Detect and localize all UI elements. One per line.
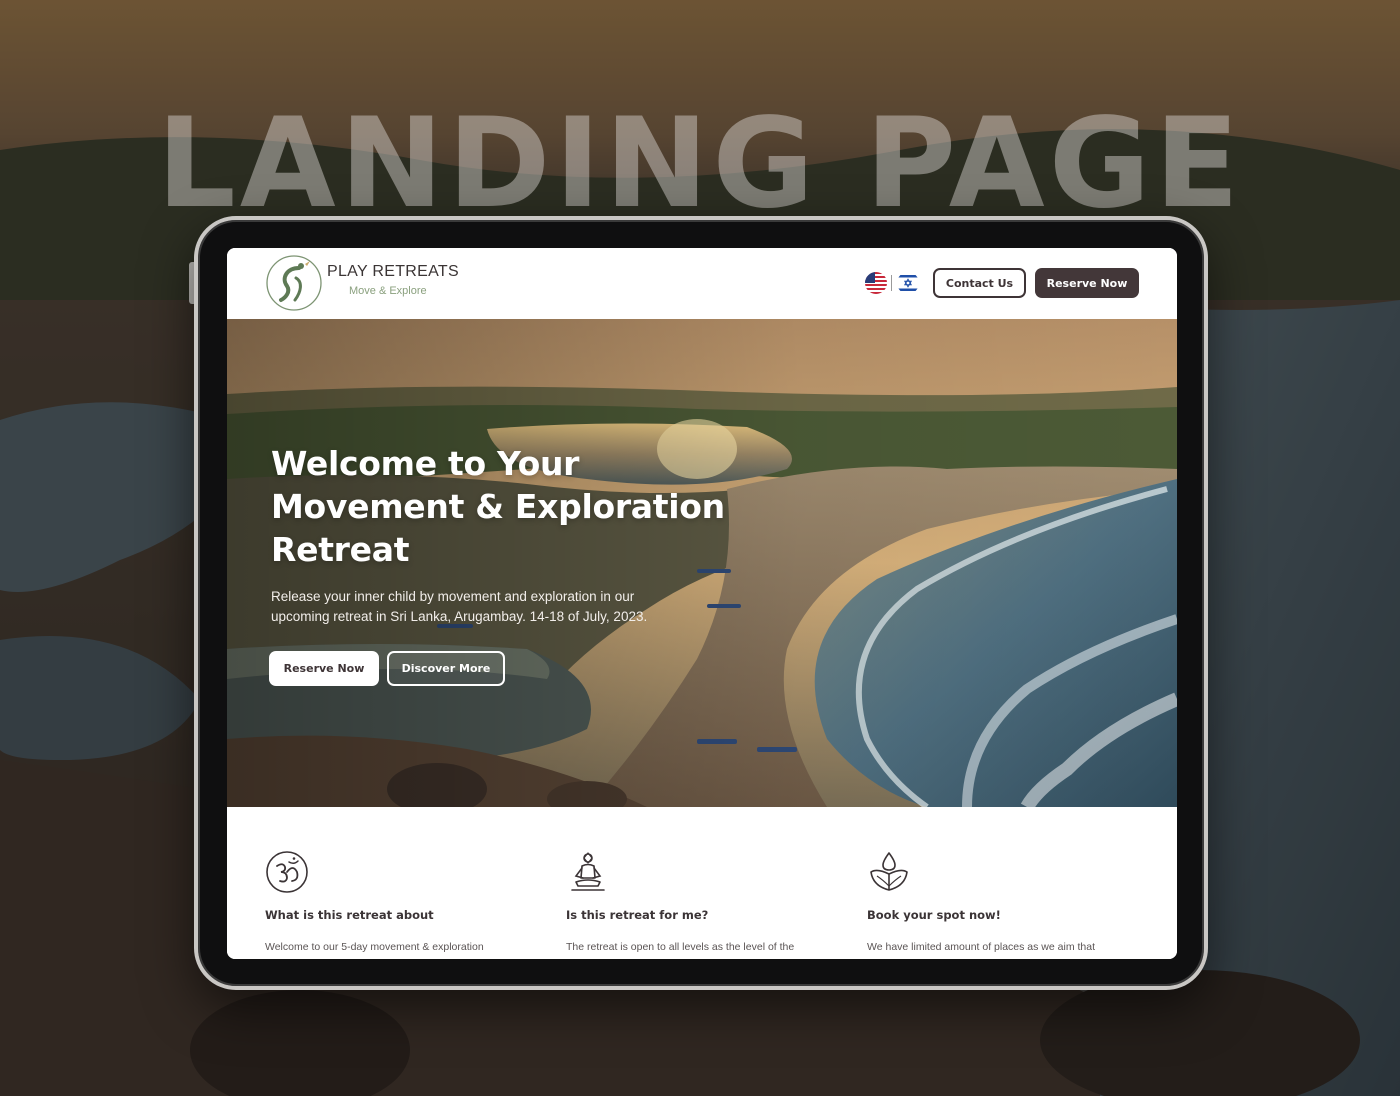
feature-text: We have limited amount of places as we a…	[867, 941, 1096, 953]
tablet-screen: PLAY RETREATS Move & Explore Contact Us …	[227, 248, 1177, 959]
feature-text: Welcome to our 5-day movement & explorat…	[265, 941, 484, 953]
hero-title-line: Retreat	[271, 530, 410, 569]
features-section: What is this retreat about Welcome to ou…	[227, 807, 1177, 959]
header-reserve-button[interactable]: Reserve Now	[1035, 268, 1139, 298]
meditation-icon	[571, 852, 605, 891]
hero-reserve-button[interactable]: Reserve Now	[269, 651, 379, 686]
hero-subtitle-line: upcoming retreat in Sri Lanka, Arugambay…	[271, 609, 648, 624]
brand-tagline: Move & Explore	[349, 285, 427, 297]
feature-title: What is this retreat about	[265, 908, 434, 922]
hero-title-line: Movement & Exploration	[271, 487, 725, 526]
om-icon	[266, 851, 308, 893]
hero-title-line: Welcome to Your	[271, 444, 580, 483]
hero-title: Welcome to Your Movement & Exploration R…	[271, 442, 791, 571]
language-divider	[891, 275, 892, 291]
brand-name: PLAY RETREATS	[327, 263, 459, 280]
site-header: PLAY RETREATS Move & Explore Contact Us …	[227, 248, 1177, 319]
israel-flag-icon[interactable]	[897, 272, 919, 294]
us-flag-icon[interactable]	[865, 272, 887, 294]
logo-icon[interactable]	[265, 254, 323, 312]
hero-subtitle: Release your inner child by movement and…	[271, 587, 711, 627]
lotus-drop-icon	[870, 852, 908, 891]
feature-title: Is this retreat for me?	[566, 908, 709, 922]
contact-us-button[interactable]: Contact Us	[933, 268, 1026, 298]
hero-section: Welcome to Your Movement & Exploration R…	[227, 319, 1177, 807]
feature-title: Book your spot now!	[867, 908, 1001, 922]
landing-page-watermark: LANDING PAGE	[156, 92, 1244, 236]
hero-subtitle-line: Release your inner child by movement and…	[271, 589, 635, 604]
discover-more-button[interactable]: Discover More	[387, 651, 505, 686]
feature-text: The retreat is open to all levels as the…	[566, 941, 795, 953]
